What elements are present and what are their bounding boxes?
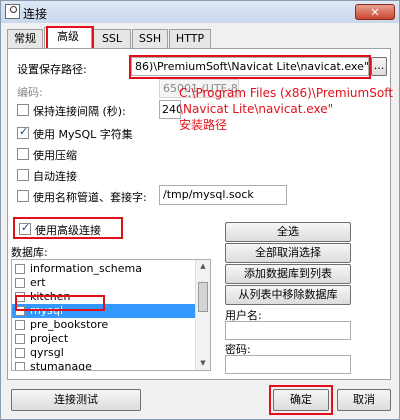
scroll-thumb[interactable] [198,282,208,312]
ok-button[interactable]: 确定 [273,389,329,411]
list-item[interactable]: kitchen [12,290,198,304]
select-all-button[interactable]: 全选 [225,222,351,242]
list-item-label: stumanage [30,360,92,371]
list-item[interactable]: stumanage [12,360,198,371]
list-item-checkbox[interactable] [15,278,25,288]
list-item-checkbox[interactable] [15,334,25,344]
list-item-label: project [30,332,69,345]
scroll-down-icon[interactable]: ▼ [196,357,210,370]
list-item[interactable]: ert [12,276,198,290]
list-item[interactable]: project [12,332,198,346]
list-item-label: information_schema [30,262,142,275]
save-path-label: 设置保存路径: [17,63,87,76]
list-item-checkbox[interactable] [15,264,25,274]
list-item-checkbox[interactable] [15,320,25,330]
close-icon[interactable]: ✕ [370,6,379,19]
auto-connect-label: 自动连接 [33,170,77,183]
annotation-line-2: \Navicat Lite\navicat.exe" [179,102,334,116]
tab-advanced[interactable]: 高级 [44,27,92,49]
list-item[interactable]: information_schema [12,262,198,276]
encoding-label: 编码: [17,86,43,99]
navicat-app-icon [5,4,20,19]
deselect-all-button[interactable]: 全部取消选择 [225,243,351,263]
tab-ssh[interactable]: SSH [132,29,168,48]
remove-database-button[interactable]: 从列表中移除数据库 [225,285,351,305]
list-item-checkbox[interactable] [15,306,25,316]
window-title: 连接 [23,7,48,21]
browse-button[interactable]: ... [371,57,387,76]
database-list[interactable]: information_schema ert kitchen mysql pre… [11,259,211,371]
list-item-label: mysql [30,304,63,317]
use-compression-label: 使用压缩 [33,149,77,162]
use-advanced-label: 使用高级连接 [35,224,101,237]
tab-ssl[interactable]: SSL [93,29,131,48]
keepalive-label: 保持连接间隔 (秒): [33,105,126,118]
scroll-up-icon[interactable]: ▲ [196,260,210,273]
use-compression-checkbox[interactable] [17,148,29,160]
list-item-label: kitchen [30,290,71,303]
annotation-line-3: 安装路径 [179,118,228,132]
tab-http[interactable]: HTTP [169,29,211,48]
cancel-button[interactable]: 取消 [337,389,391,411]
save-path-input[interactable]: 86)\PremiumSoft\Navicat Lite\navicat.exe… [131,57,369,76]
title-bar: 连接 ✕ [1,1,399,23]
password-input[interactable] [225,355,351,374]
socket-input[interactable]: /tmp/mysql.sock [159,185,287,205]
named-pipe-checkbox[interactable] [17,190,29,202]
close-button[interactable]: ✕ [355,4,395,20]
keepalive-input[interactable]: 240 [159,100,181,119]
list-item-selected[interactable]: mysql [12,304,198,318]
list-item[interactable]: pre_bookstore [12,318,198,332]
auto-connect-checkbox[interactable] [17,169,29,181]
databases-label: 数据库: [11,246,48,259]
list-item-checkbox[interactable] [15,362,25,370]
list-item-checkbox[interactable] [15,348,25,358]
list-item-label: qyrsgl [30,346,64,359]
username-input[interactable] [225,321,351,340]
annotation-line-1: C:\Program Files (x86)\PremiumSoft [179,86,393,100]
keepalive-checkbox[interactable] [17,104,29,116]
list-item[interactable]: qyrsgl [12,346,198,360]
tab-general[interactable]: 常规 [7,29,43,48]
list-scrollbar[interactable]: ▲ ▼ [195,260,210,370]
use-advanced-checkbox[interactable] [19,221,31,235]
list-item-label: pre_bookstore [30,318,109,331]
add-database-button[interactable]: 添加数据库到列表 [225,264,351,284]
list-item-checkbox[interactable] [15,292,25,302]
connection-dialog: 连接 ✕ 常规 高级 SSL SSH HTTP 设置保存路径: 86)\Prem… [0,0,400,420]
use-charset-label: 使用 MySQL 字符集 [33,128,133,141]
list-item-label: ert [30,276,46,289]
named-pipe-label: 使用名称管道、套接字: [33,191,147,204]
use-charset-checkbox[interactable] [17,125,29,139]
test-connection-button[interactable]: 连接测试 [11,389,141,411]
